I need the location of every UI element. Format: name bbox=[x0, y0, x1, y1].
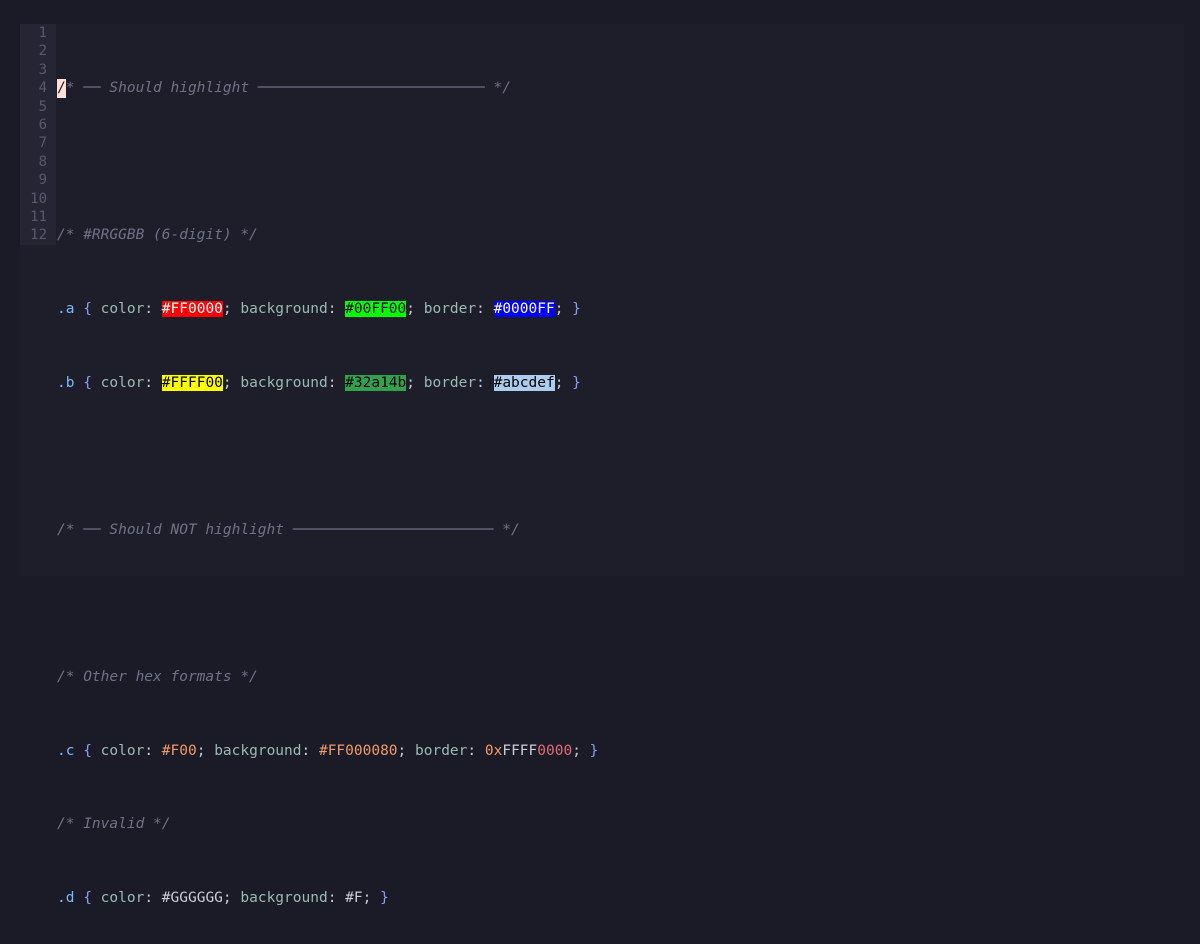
text-cursor: / bbox=[57, 79, 66, 98]
css-property: color bbox=[100, 742, 145, 759]
hex-value: #F00 bbox=[161, 742, 197, 759]
line-number: 9 bbox=[38, 172, 47, 189]
css-property: background bbox=[240, 301, 328, 318]
code-line-8[interactable] bbox=[57, 594, 598, 612]
line-number: 11 bbox=[30, 208, 47, 225]
css-property: border bbox=[423, 374, 477, 391]
code-line-6[interactable] bbox=[57, 447, 598, 465]
color-swatch-value: #32a14b bbox=[345, 374, 407, 391]
code-area[interactable]: /* ── Should highlight ─────────────────… bbox=[57, 24, 598, 944]
comment: /* Other hex formats */ bbox=[57, 669, 258, 686]
line-number: 2 bbox=[38, 43, 47, 60]
color-swatch-value: #FF0000 bbox=[161, 301, 223, 318]
hex-value: #FF000080 bbox=[318, 742, 398, 759]
line-number: 10 bbox=[30, 190, 47, 207]
css-selector: .a bbox=[57, 301, 75, 318]
css-property: color bbox=[100, 889, 145, 906]
css-property: color bbox=[100, 374, 145, 391]
css-selector: .b bbox=[57, 374, 75, 391]
code-line-5[interactable]: .b { color: #FFFF00; background: #32a14b… bbox=[57, 374, 598, 392]
css-selector: .d bbox=[57, 889, 75, 906]
comment: * ── Should highlight ──────────────────… bbox=[65, 80, 511, 97]
hex-digits: FFFF bbox=[502, 742, 538, 759]
code-line-4[interactable]: .a { color: #FF0000; background: #00FF00… bbox=[57, 300, 598, 318]
hex-digits: 0000 bbox=[537, 742, 573, 759]
code-line-7[interactable]: /* ── Should NOT highlight ─────────────… bbox=[57, 521, 598, 539]
line-number-gutter: 1 2 3 4 5 6 7 8 9 10 11 12 bbox=[20, 24, 56, 245]
color-swatch-value: #0000FF bbox=[493, 301, 555, 318]
css-property: background bbox=[214, 742, 302, 759]
invalid-hex-value: #F bbox=[345, 889, 363, 906]
css-property: color bbox=[100, 301, 145, 318]
color-swatch-value: #FFFF00 bbox=[161, 374, 223, 391]
line-number: 5 bbox=[38, 98, 47, 115]
color-swatch-value: #abcdef bbox=[493, 374, 555, 391]
code-line-9[interactable]: /* Other hex formats */ bbox=[57, 668, 598, 686]
code-line-1[interactable]: /* ── Should highlight ─────────────────… bbox=[57, 79, 598, 98]
line-numbers: 1 2 3 4 5 6 7 8 9 10 11 12 bbox=[20, 24, 47, 245]
css-property: border bbox=[423, 301, 477, 318]
line-number: 3 bbox=[38, 61, 47, 78]
line-number: 6 bbox=[38, 116, 47, 133]
code-editor[interactable]: 1 2 3 4 5 6 7 8 9 10 11 12 /* ── Should highlight ─… bbox=[20, 24, 1184, 906]
line-number: 4 bbox=[38, 80, 47, 97]
line-number: 12 bbox=[30, 227, 47, 244]
line-number: 7 bbox=[38, 135, 47, 152]
css-property: background bbox=[240, 374, 328, 391]
line-number: 1 bbox=[38, 25, 47, 41]
code-line-12[interactable]: .d { color: #GGGGGG; background: #F; } bbox=[57, 889, 598, 907]
comment: /* ── Should NOT highlight ─────────────… bbox=[57, 521, 520, 538]
code-line-11[interactable]: /* Invalid */ bbox=[57, 815, 598, 833]
code-line-10[interactable]: .c { color: #F00; background: #FF000080;… bbox=[57, 742, 598, 760]
comment: /* Invalid */ bbox=[57, 816, 171, 833]
color-swatch-value: #00FF00 bbox=[345, 301, 407, 318]
invalid-hex-value: #GGGGGG bbox=[161, 889, 223, 906]
comment: /* #RRGGBB (6-digit) */ bbox=[57, 227, 258, 244]
css-property: border bbox=[415, 742, 468, 759]
css-selector: .c bbox=[57, 742, 75, 759]
code-line-3[interactable]: /* #RRGGBB (6-digit) */ bbox=[57, 226, 598, 244]
line-number: 8 bbox=[38, 153, 47, 170]
code-line-2[interactable] bbox=[57, 153, 598, 171]
css-property: background bbox=[240, 889, 328, 906]
hex-prefix: 0x bbox=[484, 742, 503, 759]
